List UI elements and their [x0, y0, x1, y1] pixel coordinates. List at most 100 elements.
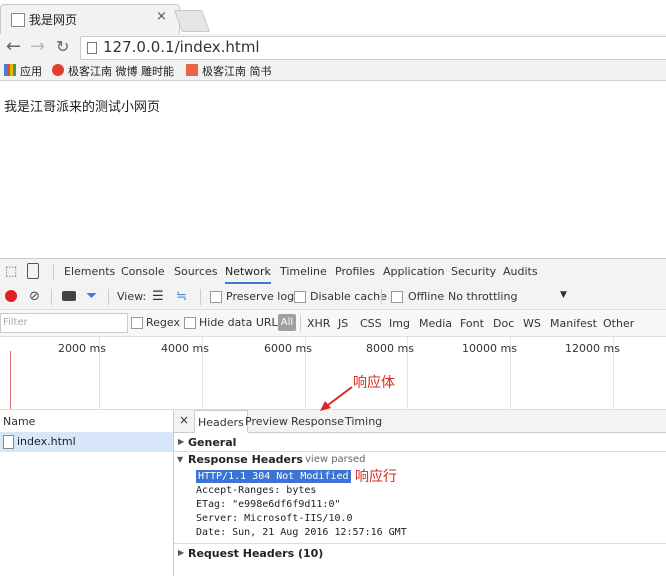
bookmark-apps[interactable]: 应用: [20, 63, 42, 79]
expand-arrow-icon[interactable]: ▶: [178, 548, 184, 557]
filter-doc[interactable]: Doc: [493, 317, 514, 330]
timeline-label: 12000 ms: [565, 342, 620, 355]
filter-xhr[interactable]: XHR: [307, 317, 330, 330]
tab-timeline[interactable]: Timeline: [280, 265, 327, 278]
jianshu-icon: [186, 64, 198, 76]
column-name-header[interactable]: Name: [3, 415, 35, 428]
inspect-element-icon[interactable]: ⬚: [5, 264, 17, 279]
section-divider: [174, 543, 666, 544]
tab-elements[interactable]: Elements: [64, 265, 115, 278]
address-bar[interactable]: 127.0.0.1/index.html: [80, 36, 666, 60]
navigation-bar: ← → ↻ 127.0.0.1/index.html: [0, 34, 666, 61]
view-parsed-link[interactable]: view parsed: [305, 454, 366, 465]
tab-security[interactable]: Security: [451, 265, 496, 278]
bookmark-jianshu[interactable]: 极客江南 简书: [202, 63, 272, 79]
bookmark-weibo[interactable]: 极客江南 微博 雕时能: [68, 63, 174, 79]
request-headers-title[interactable]: Request Headers (10): [188, 547, 323, 560]
timeline-label: 2000 ms: [58, 342, 106, 355]
timeline-label: 4000 ms: [161, 342, 209, 355]
reload-icon[interactable]: ↻: [56, 37, 69, 56]
offline-checkbox[interactable]: [391, 291, 403, 303]
request-row[interactable]: index.html: [0, 432, 173, 452]
filter-manifest[interactable]: Manifest: [550, 317, 597, 330]
capture-screenshots-icon[interactable]: [62, 291, 76, 301]
filter-css[interactable]: CSS: [360, 317, 382, 330]
throttling-select[interactable]: No throttling: [448, 290, 517, 303]
filter-input[interactable]: Filter: [0, 313, 128, 333]
filter-other[interactable]: Other: [603, 317, 634, 330]
large-rows-icon[interactable]: ☰: [152, 289, 164, 304]
regex-checkbox[interactable]: [131, 317, 143, 329]
tab-network[interactable]: Network: [225, 265, 271, 284]
general-section-title[interactable]: General: [188, 436, 236, 449]
header-line: Server: Microsoft-IIS/10.0: [196, 513, 353, 524]
status-line: HTTP/1.1 304 Not Modified: [196, 470, 351, 483]
tab-application[interactable]: Application: [383, 265, 444, 278]
timeline-label: 10000 ms: [462, 342, 517, 355]
tab-audits[interactable]: Audits: [503, 265, 538, 278]
waterfall-overview-icon[interactable]: ≒: [176, 289, 187, 304]
tab-timing[interactable]: Timing: [345, 415, 382, 428]
bookmarks-bar: 应用 极客江南 微博 雕时能 极客江南 简书: [0, 60, 666, 81]
response-headers-title[interactable]: Response Headers: [188, 453, 303, 466]
network-toolbar: ⊘ ⏷ View: ☰ ≒ Preserve log Disable cache…: [0, 285, 666, 310]
header-line: ETag: "e998e6df6f9d11:0": [196, 499, 341, 510]
header-line: Accept-Ranges: bytes: [196, 485, 317, 496]
expand-arrow-icon[interactable]: ▶: [178, 437, 184, 446]
disable-cache-checkbox[interactable]: [294, 291, 306, 303]
address-text[interactable]: 127.0.0.1/index.html: [103, 38, 260, 56]
filter-all-button[interactable]: All: [278, 314, 296, 331]
collapse-arrow-icon[interactable]: ▼: [177, 455, 183, 464]
browser-tab[interactable]: 我是网页 ×: [0, 4, 180, 35]
section-divider: [174, 451, 666, 452]
toolbar-divider: [381, 289, 382, 305]
clear-icon[interactable]: ⊘: [29, 289, 40, 304]
filter-img[interactable]: Img: [389, 317, 410, 330]
offline-label: Offline: [408, 290, 445, 303]
toolbar-divider: [51, 289, 52, 305]
regex-label: Regex: [146, 316, 180, 329]
annotation-arrow-icon: [320, 386, 353, 411]
filter-funnel-icon[interactable]: ⏷: [86, 288, 97, 304]
request-name[interactable]: index.html: [17, 435, 76, 448]
preserve-log-checkbox[interactable]: [210, 291, 222, 303]
load-event-marker: [10, 351, 11, 409]
document-icon: [3, 435, 14, 449]
hide-data-urls-checkbox[interactable]: [184, 317, 196, 329]
request-detail-pane: × Headers Preview Response Timing ▶ Gene…: [174, 410, 666, 576]
tab-preview[interactable]: Preview: [245, 415, 288, 428]
apps-grid-icon[interactable]: [4, 64, 16, 76]
device-toggle-icon[interactable]: [27, 263, 39, 279]
toolbar-divider: [108, 289, 109, 305]
filter-js[interactable]: JS: [338, 317, 348, 330]
tab-profiles[interactable]: Profiles: [335, 265, 375, 278]
detail-tab-bar: × Headers Preview Response Timing: [174, 410, 666, 433]
header-line: Date: Sun, 21 Aug 2016 12:57:16 GMT: [196, 527, 407, 538]
devtools-tab-bar: ⬚ Elements Console Sources Network Timel…: [0, 258, 666, 286]
disable-cache-label: Disable cache: [310, 290, 387, 303]
filter-ws[interactable]: WS: [523, 317, 541, 330]
chevron-down-icon[interactable]: ▼: [560, 290, 567, 300]
close-icon[interactable]: ×: [179, 413, 189, 427]
weibo-icon: [52, 64, 64, 76]
filter-media[interactable]: Media: [419, 317, 452, 330]
timeline-label: 6000 ms: [264, 342, 312, 355]
browser-tab-bar: 我是网页 ×: [0, 0, 666, 35]
tab-sources[interactable]: Sources: [174, 265, 218, 278]
page-favicon-icon: [11, 13, 25, 27]
forward-arrow-icon[interactable]: →: [30, 36, 45, 57]
toolbar-divider: [300, 315, 301, 331]
tab-response[interactable]: Response: [291, 415, 344, 428]
page-info-icon[interactable]: [87, 42, 97, 54]
tab-close-icon[interactable]: ×: [156, 9, 167, 24]
view-label: View:: [117, 290, 147, 303]
filter-font[interactable]: Font: [460, 317, 484, 330]
response-line-annotation: 响应行: [355, 469, 397, 485]
toolbar-divider: [53, 264, 54, 280]
back-arrow-icon[interactable]: ←: [6, 36, 21, 57]
tab-headers[interactable]: Headers: [194, 410, 248, 433]
timeline-label: 8000 ms: [366, 342, 414, 355]
record-icon[interactable]: [5, 290, 17, 302]
request-list-header: Name: [0, 410, 173, 433]
tab-console[interactable]: Console: [121, 265, 165, 278]
